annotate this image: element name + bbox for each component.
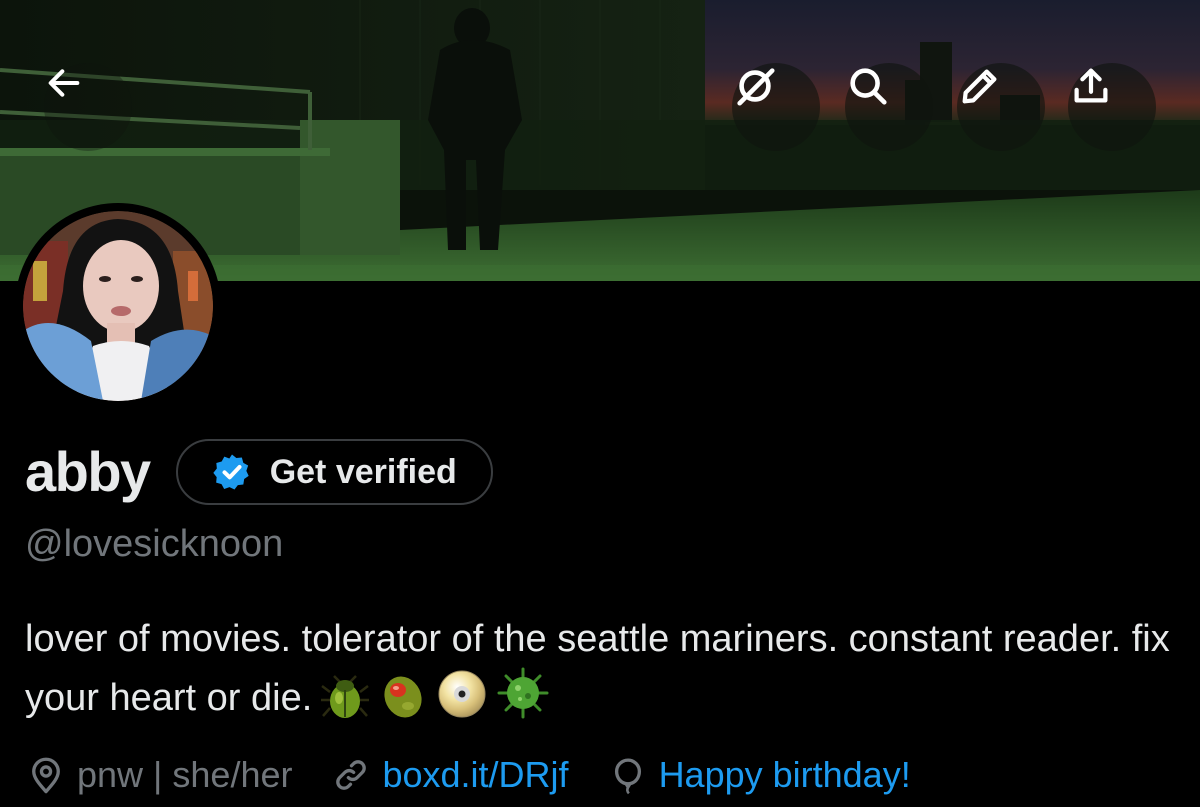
beetle-emoji-icon — [320, 674, 370, 735]
name-row: abby Get verified — [25, 437, 493, 507]
back-arrow-icon — [48, 69, 80, 97]
olive-emoji-icon — [378, 670, 428, 735]
user-handle: @lovesicknoon — [25, 523, 284, 565]
avatar-image — [23, 211, 213, 401]
profile-avatar[interactable] — [15, 203, 221, 409]
link-icon — [336, 760, 367, 790]
grok-button[interactable] — [732, 63, 820, 151]
location-item: pnw | she/her — [25, 754, 292, 796]
edit-pencil-icon — [962, 69, 997, 104]
profile-bio: lover of movies. tolerator of the seattl… — [25, 612, 1190, 735]
get-verified-label: Get verified — [269, 452, 457, 491]
back-button[interactable] — [44, 63, 132, 151]
location-pin-icon — [32, 757, 60, 794]
display-name: abby — [25, 440, 151, 503]
share-upload-icon — [1074, 68, 1108, 103]
search-button[interactable] — [845, 63, 933, 151]
edit-button[interactable] — [957, 63, 1045, 151]
dvd-emoji-icon — [436, 668, 488, 735]
balloon-icon — [614, 758, 641, 795]
microbe-emoji-icon — [496, 666, 550, 735]
grok-icon — [737, 68, 775, 106]
profile-page: abby Get verified @lovesicknoon lover of… — [0, 0, 1200, 807]
profile-meta-row: pnw | she/her boxd.it/DRjf Happy birthda… — [25, 748, 949, 802]
birthday-link[interactable]: Happy birthday! — [659, 754, 911, 796]
bio-text: lover of movies. tolerator of the seattl… — [25, 618, 1170, 719]
location-text: pnw | she/her — [77, 754, 293, 795]
share-button[interactable] — [1068, 63, 1156, 151]
verified-badge-icon — [213, 454, 249, 490]
website-link[interactable]: boxd.it/DRjf — [382, 754, 568, 796]
get-verified-button[interactable]: Get verified — [175, 439, 493, 505]
birthday-item[interactable]: Happy birthday! — [607, 754, 911, 796]
search-icon — [850, 68, 887, 105]
website-item[interactable]: boxd.it/DRjf — [330, 754, 569, 796]
